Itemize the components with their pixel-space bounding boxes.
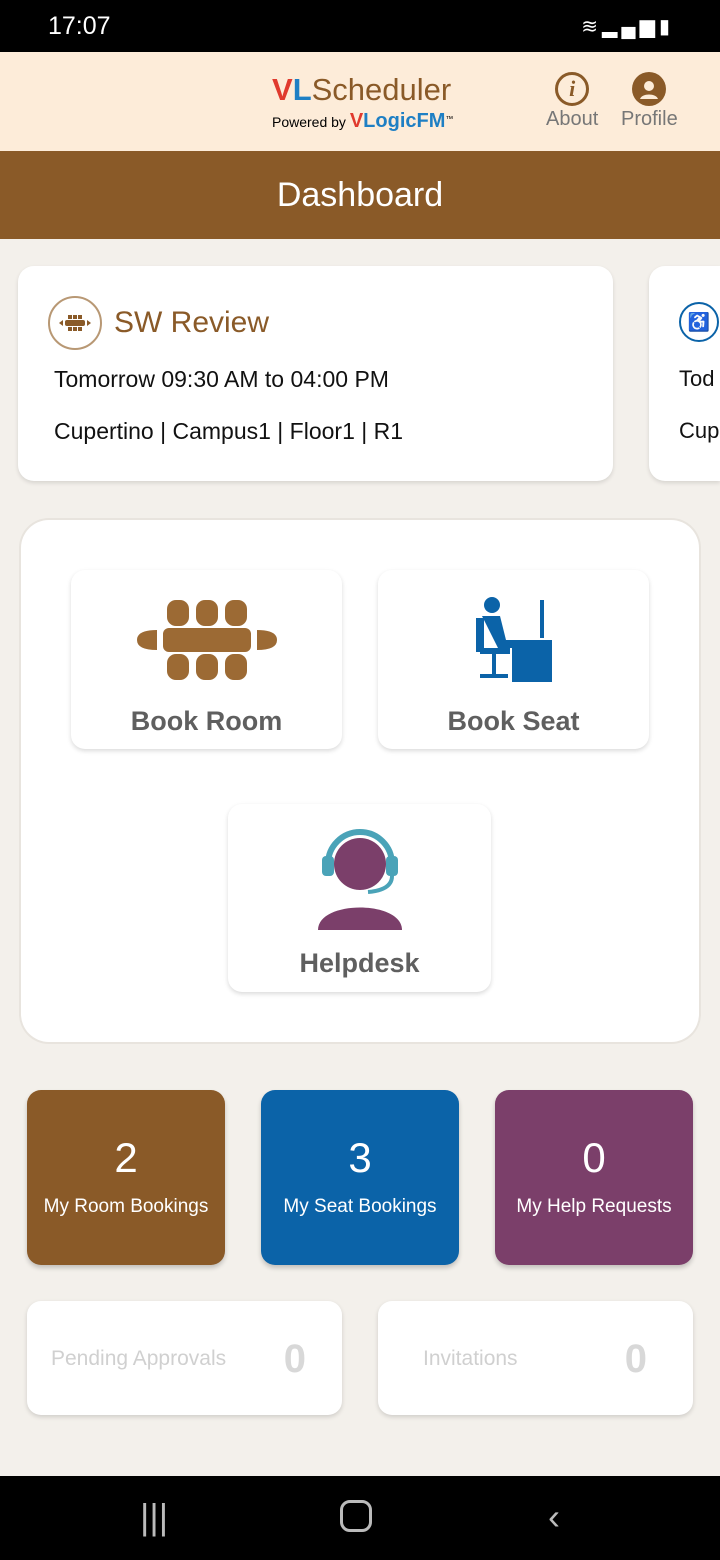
profile-button[interactable]: Profile xyxy=(621,72,678,131)
app-logo: VLScheduler Powered by VLogicFM™ xyxy=(272,72,454,132)
info-icon: i xyxy=(555,72,590,106)
booking-card[interactable]: ♿ Tod Cup xyxy=(649,266,720,481)
booking-time: Tod xyxy=(679,366,715,391)
invitations-count: 0 xyxy=(624,1337,647,1381)
pending-approvals-tile[interactable]: Pending Approvals 0 xyxy=(27,1301,342,1415)
meeting-table-icon xyxy=(48,296,102,350)
page-title: Dashboard xyxy=(0,151,720,239)
signal-icon: ▂▄▆ xyxy=(602,16,659,38)
headset-agent-icon xyxy=(317,829,402,930)
booking-location: Cupertino | Campus1 | Floor1 | R1 xyxy=(54,418,404,444)
booking-location: Cup xyxy=(679,418,720,443)
desk-seat-icon: ♿ xyxy=(679,302,719,342)
profile-label: Profile xyxy=(621,108,678,130)
book-seat-label: Book Seat xyxy=(447,706,580,736)
about-label: About xyxy=(546,108,599,130)
about-button[interactable]: i About xyxy=(546,72,598,131)
status-icons: ≋▂▄▆▮ xyxy=(581,14,674,39)
book-room-button[interactable]: Book Room xyxy=(71,570,342,749)
my-help-requests-tile[interactable]: 0 My Help Requests xyxy=(495,1090,693,1265)
desk-seat-icon xyxy=(475,597,552,682)
recents-button[interactable]: ||| xyxy=(140,1496,168,1538)
my-room-bookings-tile[interactable]: 2 My Room Bookings xyxy=(27,1090,225,1265)
room-bookings-count: 2 xyxy=(114,1134,138,1181)
help-requests-count: 0 xyxy=(582,1134,606,1181)
my-seat-bookings-tile[interactable]: 3 My Seat Bookings xyxy=(261,1090,459,1265)
seat-bookings-label: My Seat Bookings xyxy=(283,1196,437,1217)
status-bar: 17:07 ≋▂▄▆▮ xyxy=(0,0,720,52)
invitations-label: Invitations xyxy=(423,1347,518,1370)
book-seat-button[interactable]: Book Seat xyxy=(378,570,649,749)
clock: 17:07 xyxy=(48,12,111,40)
home-button[interactable] xyxy=(340,1500,372,1532)
booking-title: SW Review xyxy=(114,306,270,339)
book-room-label: Book Room xyxy=(130,706,283,736)
wifi-icon: ≋ xyxy=(581,16,603,38)
app-header: VLScheduler Powered by VLogicFM™ i About… xyxy=(0,52,720,151)
system-nav-bar: ||| ‹ xyxy=(0,1476,720,1560)
booking-card[interactable]: SW Review Tomorrow 09:30 AM to 04:00 PM … xyxy=(18,266,613,481)
help-requests-label: My Help Requests xyxy=(516,1196,672,1217)
battery-icon: ▮ xyxy=(658,16,674,38)
room-bookings-label: My Room Bookings xyxy=(43,1196,209,1217)
back-button[interactable]: ‹ xyxy=(548,1496,560,1538)
seat-bookings-count: 3 xyxy=(348,1134,372,1181)
pending-approvals-count: 0 xyxy=(283,1337,306,1381)
quick-actions-panel: Book Room Book Seat Helpdesk xyxy=(21,520,699,1042)
helpdesk-label: Helpdesk xyxy=(299,948,420,978)
helpdesk-button[interactable]: Helpdesk xyxy=(228,804,491,992)
invitations-tile[interactable]: Invitations 0 xyxy=(378,1301,693,1415)
user-icon xyxy=(632,72,667,106)
pending-approvals-label: Pending Approvals xyxy=(51,1347,227,1370)
meeting-table-icon xyxy=(136,600,277,680)
booking-time: Tomorrow 09:30 AM to 04:00 PM xyxy=(54,366,389,392)
